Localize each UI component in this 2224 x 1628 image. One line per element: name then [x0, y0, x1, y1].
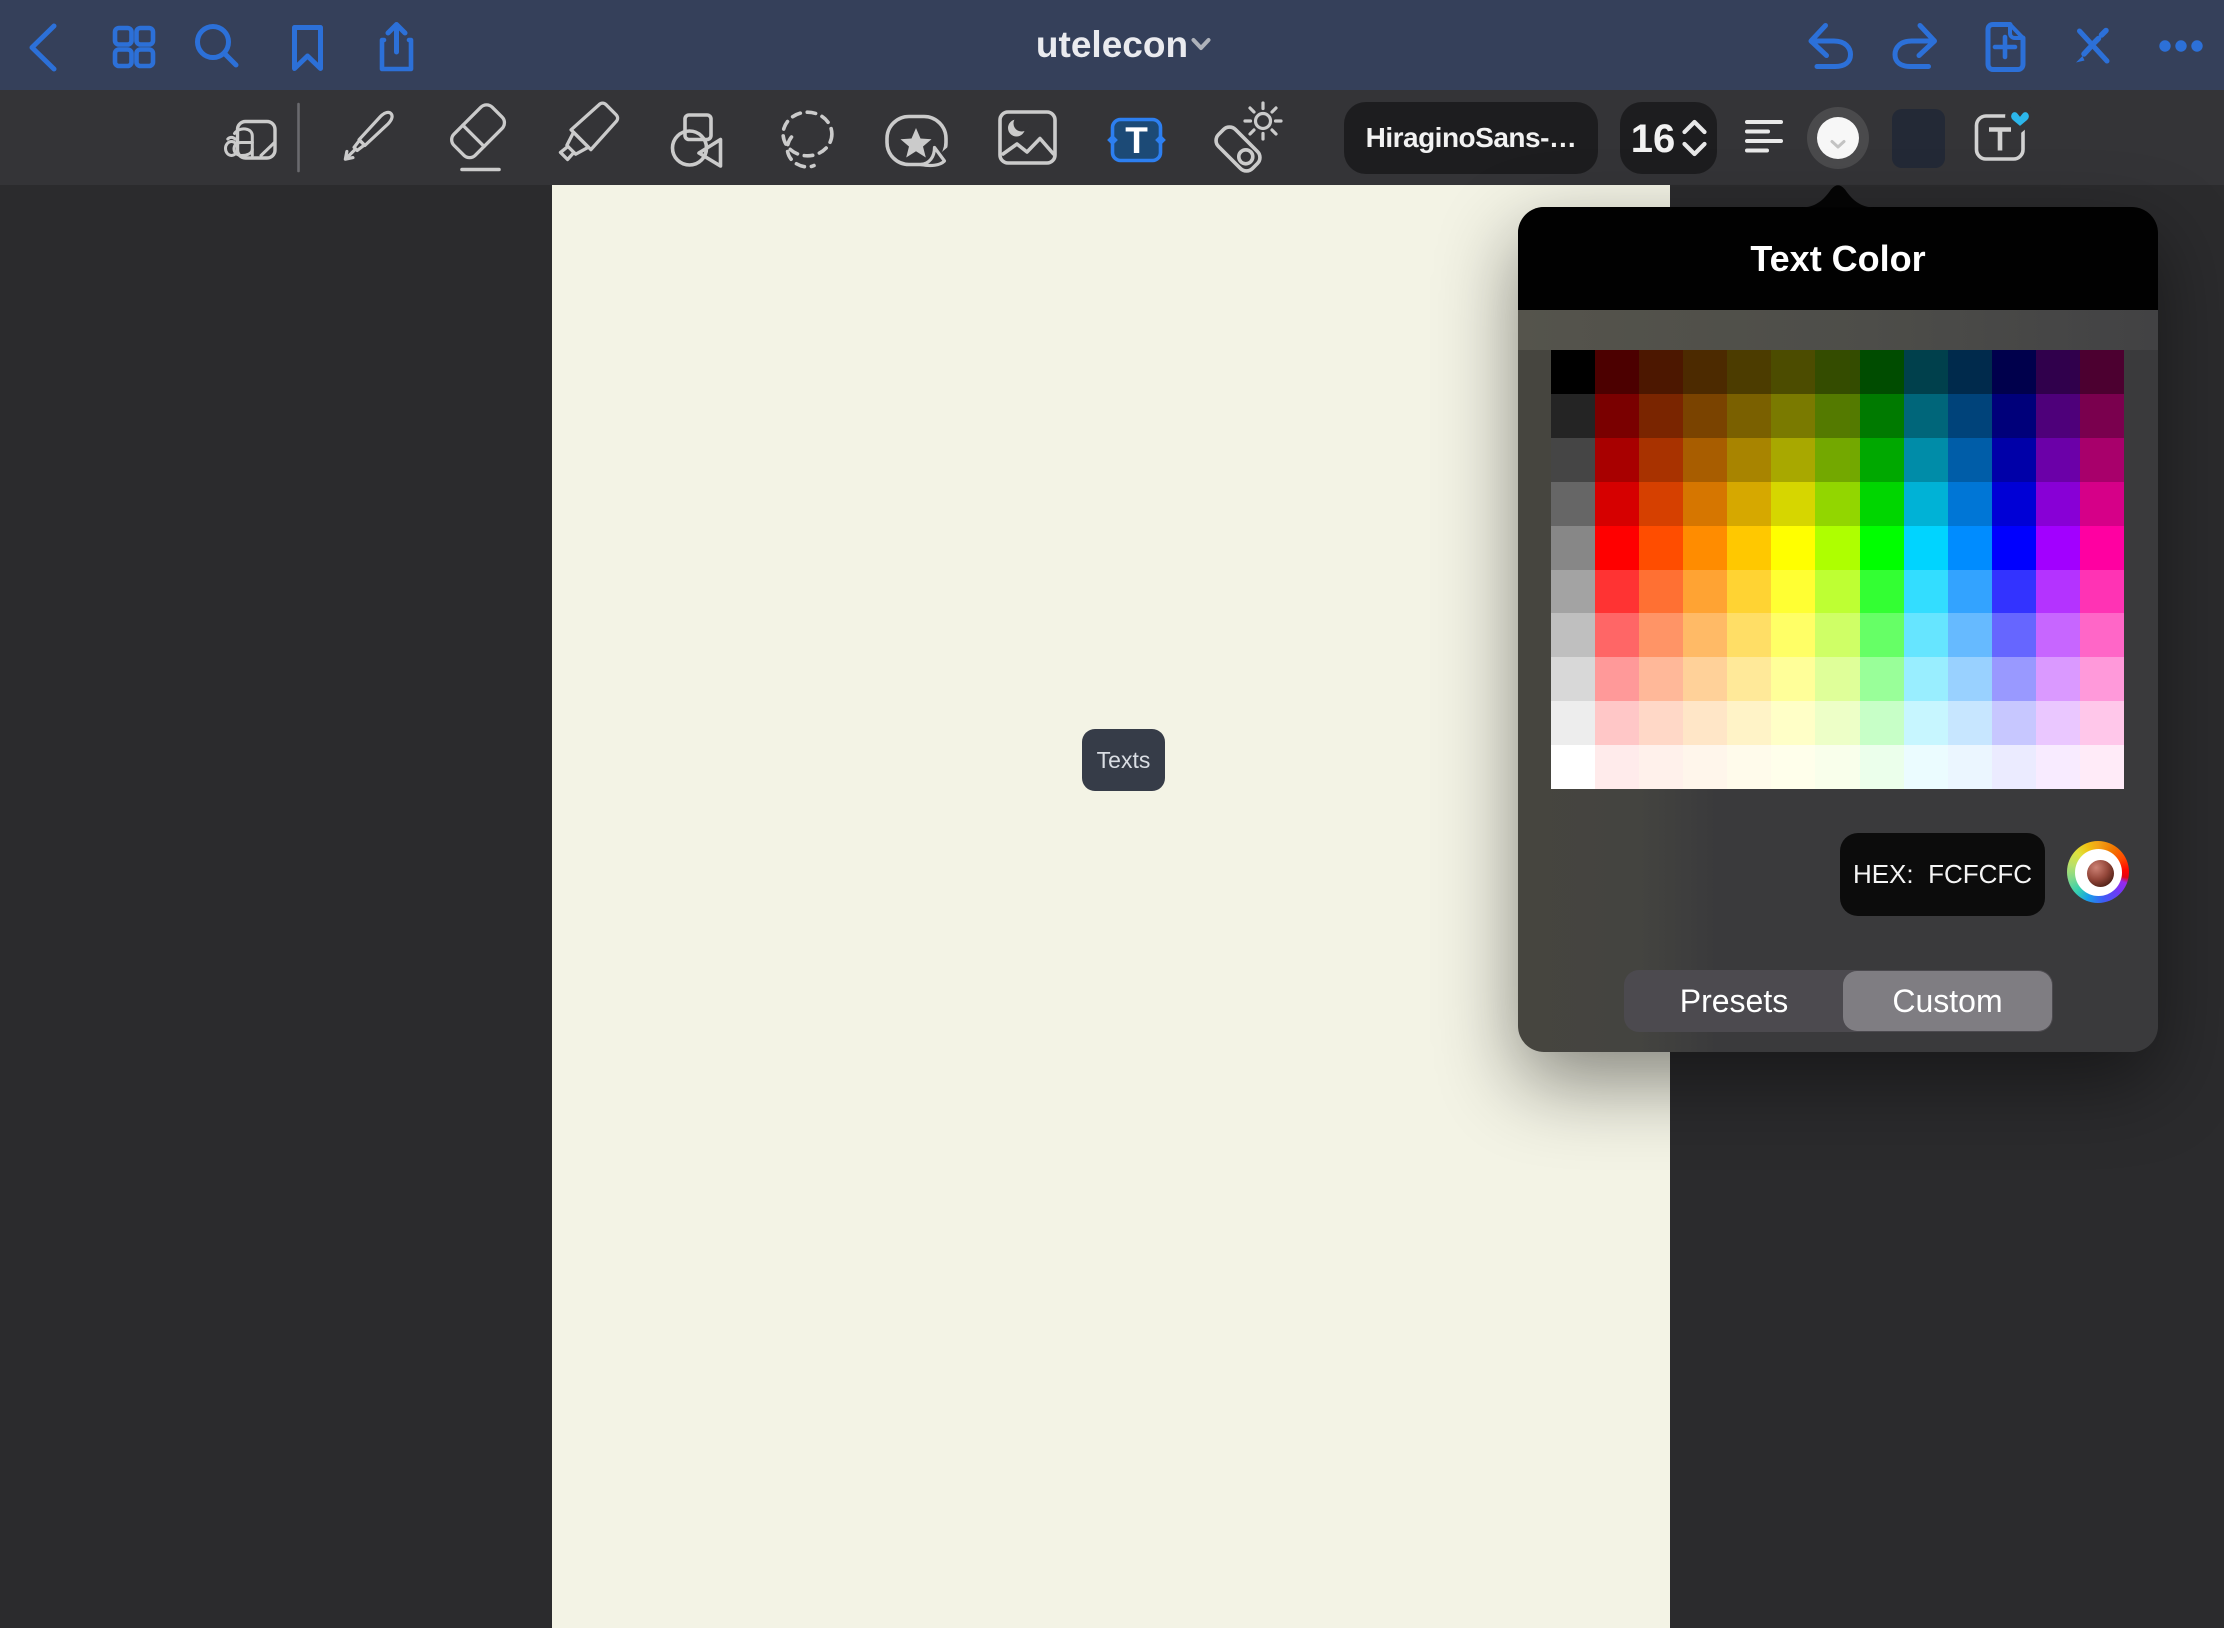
svg-text:T: T — [1125, 120, 1148, 161]
svg-text:16: 16 — [1631, 117, 1676, 161]
